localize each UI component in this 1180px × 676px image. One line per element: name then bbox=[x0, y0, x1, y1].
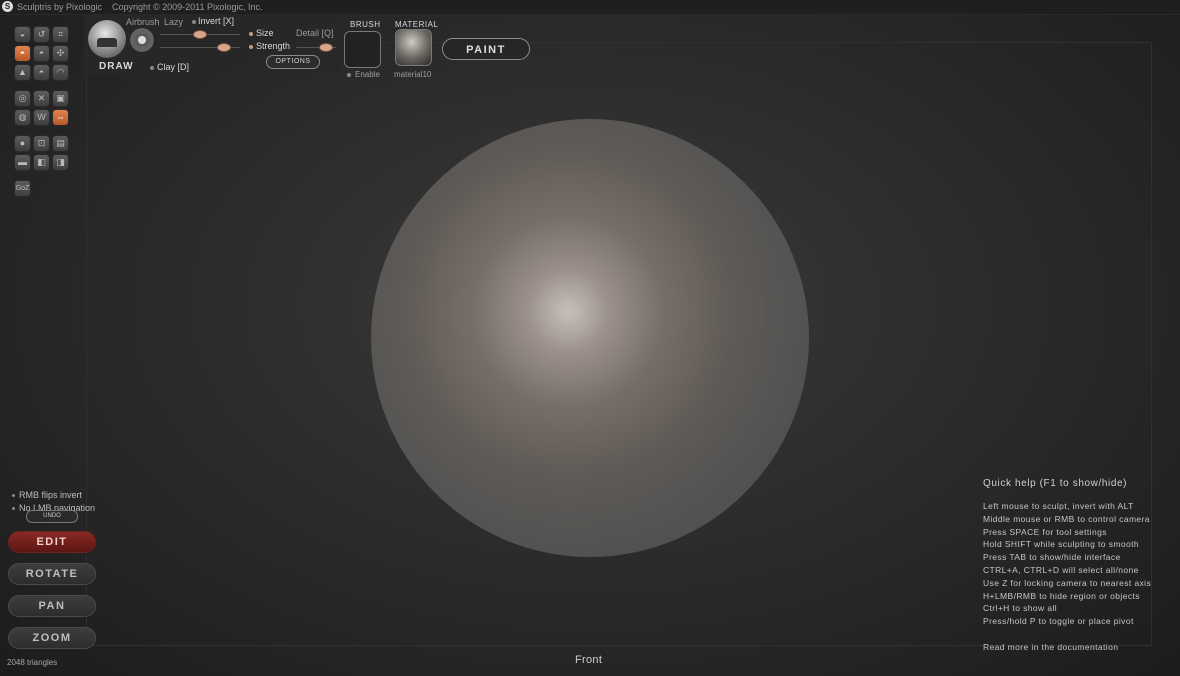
crop-icon[interactable]: ⌗ bbox=[52, 26, 69, 43]
enable-toggle[interactable]: Enable bbox=[355, 70, 380, 79]
detail-label: Detail [Q] bbox=[296, 28, 334, 38]
wireframe-icon[interactable]: W bbox=[33, 109, 50, 126]
app-title: Sculptris by Pixologic bbox=[17, 2, 103, 12]
help-line: Press/hold P to toggle or place pivot bbox=[983, 616, 1134, 627]
clay-toggle[interactable]: Clay [D] bbox=[157, 62, 189, 72]
quick-help-title: Quick help (F1 to show/hide) bbox=[983, 478, 1128, 489]
gallery-icon[interactable]: ▤ bbox=[52, 135, 69, 152]
inflate-icon[interactable]: ◓ bbox=[33, 45, 50, 62]
copyright: Copyright © 2009-2011 Pixologic, Inc. bbox=[112, 2, 263, 12]
mask-invert-icon[interactable]: ◨ bbox=[52, 154, 69, 171]
sculptris-logo-icon: S bbox=[2, 1, 13, 12]
airbrush-toggle[interactable]: Airbrush bbox=[126, 17, 160, 27]
help-line: Left mouse to sculpt, invert with ALT bbox=[983, 501, 1134, 511]
quick-help-panel: Quick help (F1 to show/hide) Left mouse … bbox=[983, 478, 1173, 652]
symmetry-icon[interactable]: ◍ bbox=[14, 109, 31, 126]
help-line: Press SPACE for tool settings bbox=[983, 526, 1107, 537]
subdivide-icon[interactable]: ▣ bbox=[52, 90, 69, 107]
help-line: Use Z for locking camera to nearest axis bbox=[983, 577, 1152, 588]
crease-icon[interactable]: ◒ bbox=[14, 26, 31, 43]
edit-button[interactable]: EDIT bbox=[8, 531, 96, 553]
documentation-link[interactable]: Read more in the documentation bbox=[983, 642, 1173, 652]
strength-label: Strength bbox=[256, 41, 291, 51]
strength-slider-knob[interactable] bbox=[217, 43, 231, 52]
zoom-button[interactable]: ZOOM bbox=[8, 627, 96, 649]
pinch-icon[interactable]: ✣ bbox=[52, 45, 69, 62]
brush-preview-icon[interactable] bbox=[88, 20, 126, 58]
grab-icon[interactable]: ▲ bbox=[14, 64, 31, 81]
enable-radio[interactable] bbox=[347, 73, 351, 77]
flatten-icon[interactable]: ◓ bbox=[33, 64, 50, 81]
help-line: Hold SHIFT while sculpting to smooth bbox=[983, 539, 1139, 550]
stroke-dot-icon[interactable] bbox=[130, 28, 154, 52]
help-line: H+LMB/RMB to hide region or objects bbox=[983, 590, 1140, 601]
help-line: Ctrl+H to show all bbox=[983, 603, 1058, 614]
sculpt-sphere[interactable] bbox=[371, 119, 809, 557]
brush-name: DRAW bbox=[99, 61, 134, 72]
help-line: CTRL+A, CTRL+D will select all/none bbox=[983, 564, 1139, 575]
rotate-button[interactable]: ROTATE bbox=[8, 563, 96, 585]
mask-icon[interactable]: ◧ bbox=[33, 154, 50, 171]
no-lmb-nav-radio[interactable] bbox=[12, 507, 15, 510]
delete-icon[interactable]: ✕ bbox=[33, 90, 50, 107]
size-label: Size bbox=[256, 28, 274, 38]
hide-icon[interactable]: ▬ bbox=[14, 154, 31, 171]
invert-radio[interactable] bbox=[192, 20, 196, 24]
scale-icon[interactable]: ⊡ bbox=[33, 135, 50, 152]
strength-dot bbox=[249, 45, 253, 49]
material-slot[interactable] bbox=[395, 29, 432, 66]
rotate-icon[interactable]: ↺ bbox=[33, 26, 50, 43]
help-line: Press TAB to show/hide interface bbox=[983, 552, 1121, 563]
draw-icon[interactable]: ◓ bbox=[14, 45, 31, 62]
paint-button[interactable]: PAINT bbox=[442, 38, 530, 60]
smooth-icon[interactable]: ◠ bbox=[52, 64, 69, 81]
mirror-icon[interactable]: ⇔ bbox=[52, 109, 69, 126]
options-button[interactable]: OPTIONS bbox=[266, 55, 320, 69]
pan-button[interactable]: PAN bbox=[8, 595, 96, 617]
sphere-icon[interactable]: ● bbox=[14, 135, 31, 152]
undo-button[interactable]: UNDO bbox=[26, 510, 78, 523]
detail-slider-knob[interactable] bbox=[319, 43, 333, 52]
reduce-icon[interactable]: ◎ bbox=[14, 90, 31, 107]
rmb-flips-invert-toggle[interactable]: RMB flips invert bbox=[19, 490, 82, 500]
help-line: Middle mouse or RMB to control camera bbox=[983, 513, 1150, 524]
title-bar: S Sculptris by Pixologic Copyright © 200… bbox=[0, 0, 1180, 15]
rmb-flips-radio[interactable] bbox=[12, 494, 15, 497]
view-label: Front bbox=[575, 654, 603, 666]
material-header: MATERIAL bbox=[395, 20, 439, 29]
size-slider-knob[interactable] bbox=[193, 30, 207, 39]
size-dot bbox=[249, 32, 253, 36]
material-name: material10 bbox=[394, 70, 432, 79]
clay-radio[interactable] bbox=[150, 66, 154, 70]
triangle-count: 2048 triangles bbox=[7, 658, 58, 667]
brush-texture-slot[interactable] bbox=[344, 31, 381, 68]
brush-slot-header: BRUSH bbox=[350, 20, 381, 29]
go-z-icon[interactable]: GoZ bbox=[14, 180, 31, 197]
invert-toggle[interactable]: Invert [X] bbox=[198, 16, 234, 26]
lazy-toggle[interactable]: Lazy bbox=[164, 17, 183, 27]
